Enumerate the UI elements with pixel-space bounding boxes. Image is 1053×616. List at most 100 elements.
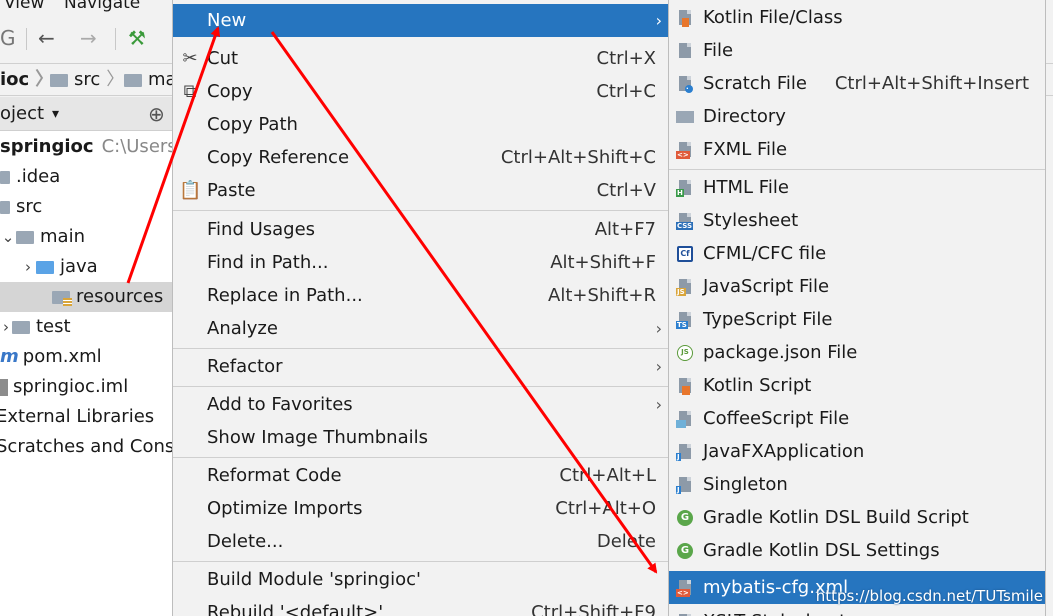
ide-window: View Navigate G ← → ⚒ ioc 〉 src 〉 ma oject…	[0, 0, 1053, 616]
fxml-file-icon: <>	[676, 141, 694, 159]
gradle-icon: G	[676, 509, 694, 527]
scissors-icon: ✂	[182, 48, 198, 69]
tree-item-main[interactable]: ⌄ main	[0, 222, 85, 252]
folder-icon	[12, 320, 30, 334]
toolbar-separator	[26, 28, 27, 50]
menu-item-replace-in-path[interactable]: Replace in Path... Alt+Shift+R	[173, 279, 668, 312]
new-cfml-file[interactable]: Cf CFML/CFC file	[669, 237, 1045, 270]
tree-item-idea[interactable]: .idea	[0, 162, 60, 192]
typescript-file-icon: TS	[676, 311, 694, 329]
module-file-icon	[0, 378, 8, 396]
gradle-icon: G	[676, 542, 694, 560]
project-panel-header: oject ▾ ⊕	[0, 97, 180, 131]
chevron-right-icon: ›	[655, 319, 662, 338]
folder-icon	[0, 170, 10, 184]
css-file-icon: CSS	[676, 212, 694, 230]
menu-navigate[interactable]: Navigate	[64, 0, 140, 13]
breadcrumb-project[interactable]: ioc 〉	[0, 68, 53, 92]
forward-arrow-icon[interactable]: →	[80, 24, 97, 52]
menu-item-copy-path[interactable]: Copy Path	[173, 108, 668, 141]
menu-item-copy[interactable]: ⧉ Copy Ctrl+C	[173, 75, 668, 108]
tree-item-test[interactable]: › test	[0, 312, 71, 342]
java-file-icon: J	[676, 476, 694, 494]
hammer-build-icon[interactable]: ⚒	[128, 24, 146, 52]
javascript-file-icon: JS	[676, 278, 694, 296]
menu-item-paste[interactable]: 📋 Paste Ctrl+V	[173, 174, 668, 207]
tree-item-resources[interactable]: resources	[0, 282, 172, 312]
project-view-selector[interactable]: oject ▾	[0, 99, 59, 129]
menu-item-build-module[interactable]: Build Module 'springioc'	[173, 563, 668, 596]
chevron-down-icon[interactable]: ⌄	[0, 222, 16, 252]
menu-view[interactable]: View	[4, 0, 44, 13]
new-javafx-application[interactable]: J JavaFXApplication	[669, 435, 1045, 468]
menu-item-analyze[interactable]: Analyze ›	[173, 312, 668, 345]
context-menu: New › ✂ Cut Ctrl+X ⧉ Copy Ctrl+C Copy Path …	[172, 0, 669, 616]
menu-item-rebuild[interactable]: Rebuild '<default>' Ctrl+Shift+F9	[173, 596, 668, 616]
tree-item-external-libraries[interactable]: External Libraries	[0, 402, 154, 432]
menu-item-reformat-code[interactable]: Reformat Code Ctrl+Alt+L	[173, 459, 668, 492]
chevron-right-icon[interactable]: ›	[20, 252, 36, 282]
coffeescript-file-icon	[676, 410, 694, 428]
folder-icon	[676, 108, 694, 126]
xml-file-icon: <>	[676, 579, 694, 597]
menu-item-delete[interactable]: Delete... Delete	[173, 525, 668, 558]
java-file-icon: J	[676, 443, 694, 461]
new-gradle-kotlin-dsl-build-script[interactable]: G Gradle Kotlin DSL Build Script	[669, 501, 1045, 534]
menu-item-cut[interactable]: ✂ Cut Ctrl+X	[173, 42, 668, 75]
breadcrumb-main[interactable]: ma	[124, 68, 177, 92]
tree-item-java[interactable]: › java	[20, 252, 98, 282]
back-arrow-icon[interactable]: ←	[38, 24, 55, 52]
menu-item-find-usages[interactable]: Find Usages Alt+F7	[173, 213, 668, 246]
new-coffeescript-file[interactable]: CoffeeScript File	[669, 402, 1045, 435]
watermark: https://blog.csdn.net/TUTsmile	[815, 587, 1043, 605]
new-html-file[interactable]: H HTML File	[669, 171, 1045, 204]
menu-item-optimize-imports[interactable]: Optimize Imports Ctrl+Alt+O	[173, 492, 668, 525]
menu-item-add-to-favorites[interactable]: Add to Favorites ›	[173, 388, 668, 421]
menu-item-copy-reference[interactable]: Copy Reference Ctrl+Alt+Shift+C	[173, 141, 668, 174]
kotlin-script-icon	[676, 377, 694, 395]
resources-folder-icon	[52, 290, 72, 306]
menu-separator	[173, 457, 668, 458]
new-stylesheet[interactable]: CSS Stylesheet	[669, 204, 1045, 237]
menu-item-find-in-path[interactable]: Find in Path... Alt+Shift+F	[173, 246, 668, 279]
tree-item-scratches[interactable]: Scratches and Conso	[0, 432, 185, 462]
html-file-icon: H	[676, 179, 694, 197]
new-fxml-file[interactable]: <> FXML File	[669, 133, 1045, 166]
file-icon	[676, 42, 694, 60]
folder-icon	[0, 200, 10, 214]
new-typescript-file[interactable]: TS TypeScript File	[669, 303, 1045, 336]
menu-item-show-image-thumbnails[interactable]: Show Image Thumbnails	[173, 421, 668, 454]
clipboard-icon: 📋	[179, 180, 202, 201]
source-folder-icon	[36, 260, 54, 274]
new-submenu: Kotlin File/Class File · Scratch File Ctr…	[668, 0, 1046, 616]
menu-item-new[interactable]: New ›	[173, 4, 668, 37]
new-gradle-kotlin-dsl-settings[interactable]: G Gradle Kotlin DSL Settings	[669, 534, 1045, 567]
tree-item-pom[interactable]: m pom.xml	[0, 342, 102, 372]
folder-icon	[16, 230, 34, 244]
new-kotlin-script[interactable]: Kotlin Script	[669, 369, 1045, 402]
tree-item-src[interactable]: src	[0, 192, 42, 222]
menu-separator	[173, 348, 668, 349]
tree-item-iml[interactable]: springioc.iml	[0, 372, 128, 402]
new-xslt-stylesheet[interactable]: XSLT Stylesheet	[669, 605, 1045, 616]
new-javascript-file[interactable]: JS JavaScript File	[669, 270, 1045, 303]
new-package-json-file[interactable]: JS package.json File	[669, 336, 1045, 369]
new-singleton[interactable]: J Singleton	[669, 468, 1045, 501]
g-label: G	[0, 26, 16, 50]
scratch-file-icon: ·	[676, 75, 694, 93]
new-directory[interactable]: Directory	[669, 100, 1045, 133]
folder-icon	[124, 73, 142, 87]
target-icon[interactable]: ⊕	[148, 99, 165, 129]
nodejs-icon: JS	[676, 344, 694, 362]
menu-separator	[173, 210, 668, 211]
cfml-file-icon: Cf	[676, 245, 694, 263]
new-file[interactable]: File	[669, 34, 1045, 67]
toolbar-separator	[115, 28, 116, 50]
copy-icon: ⧉	[183, 81, 197, 102]
new-kotlin-file-class[interactable]: Kotlin File/Class	[669, 1, 1045, 34]
new-scratch-file[interactable]: · Scratch File Ctrl+Alt+Shift+Insert	[669, 67, 1045, 100]
chevron-right-icon[interactable]: ›	[0, 312, 12, 342]
tree-root[interactable]: springioc C:\Users\	[0, 132, 183, 162]
breadcrumb-src[interactable]: src 〉	[50, 68, 124, 92]
menu-item-refactor[interactable]: Refactor ›	[173, 350, 668, 383]
